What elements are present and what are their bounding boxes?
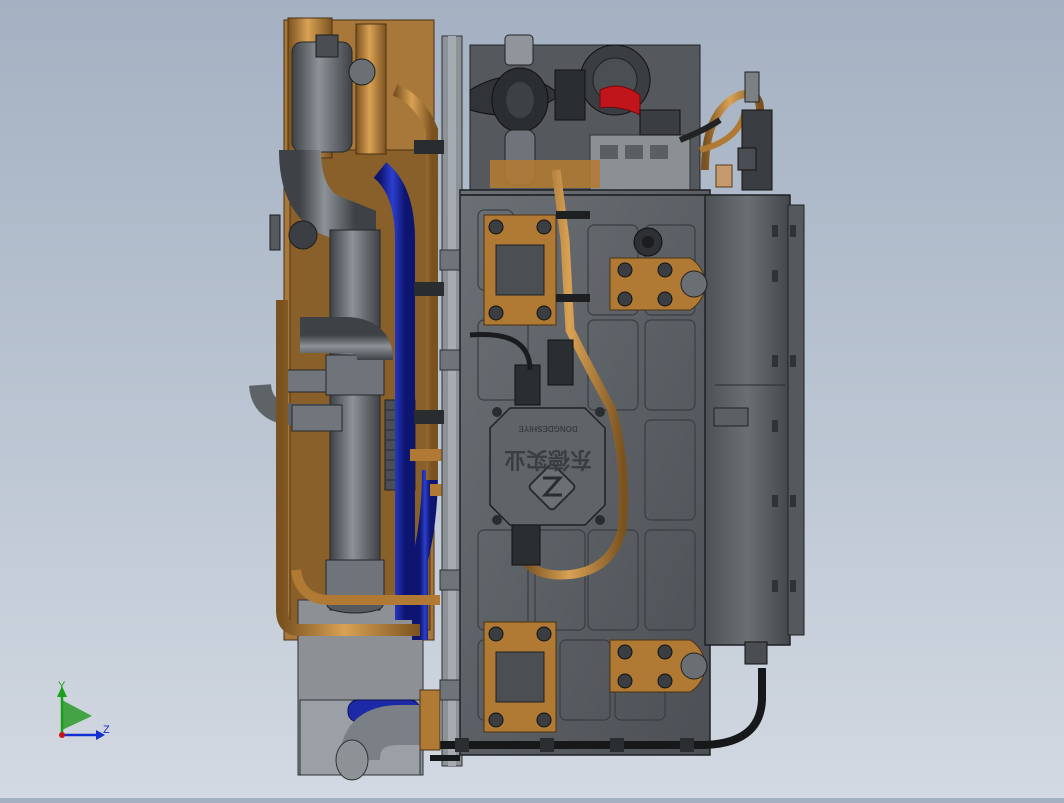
manufacturer-logo-text: 东德实业	[504, 447, 592, 472]
copper-bracket-top-right	[609, 257, 708, 311]
side-cover-box	[704, 194, 805, 665]
copper-bracket-bottom-left	[483, 621, 557, 733]
copper-bracket-top-left	[483, 214, 557, 326]
triad-y-label: Y	[58, 680, 66, 692]
copper-bracket-bottom-right	[609, 639, 708, 693]
triad-z-label: Z	[103, 724, 110, 736]
manufacturer-logo-subtext: DONGDESHIYE	[518, 424, 578, 433]
top-compressor-assembly	[469, 34, 701, 196]
cad-graphics-viewport[interactable]: 东德实业 DONGDESHIYE Y Z	[0, 0, 1064, 798]
orientation-triad[interactable]: Y Z	[57, 680, 110, 740]
